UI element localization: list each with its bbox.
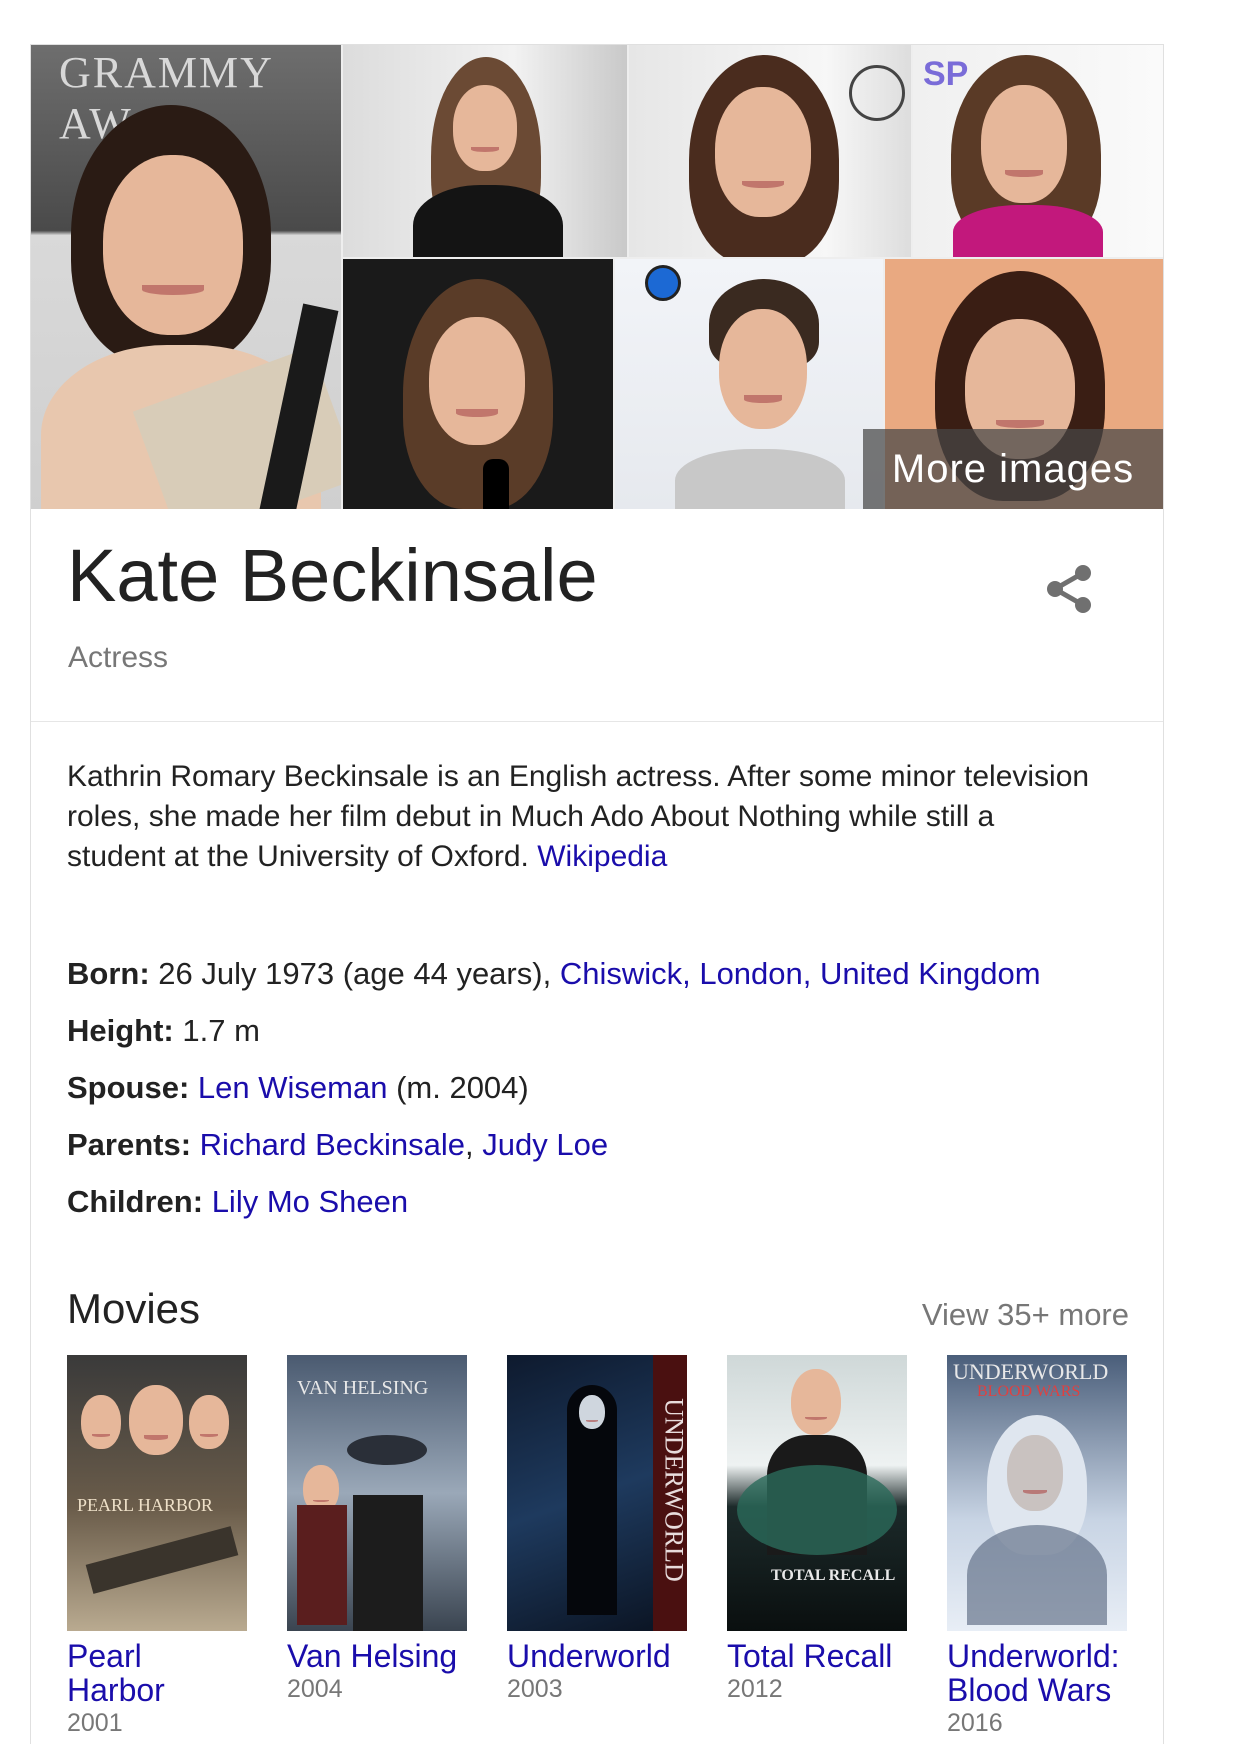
photo-5[interactable] bbox=[343, 259, 613, 509]
fact-label: Born: bbox=[67, 956, 150, 991]
entity-title: Kate Beckinsale bbox=[67, 534, 598, 617]
wikipedia-link[interactable]: Wikipedia bbox=[537, 840, 667, 873]
photo-4[interactable]: SP bbox=[913, 45, 1163, 257]
photo-2[interactable] bbox=[343, 45, 627, 257]
photo-3[interactable] bbox=[629, 45, 911, 257]
movie-title[interactable]: Underworld: Blood Wars bbox=[947, 1639, 1127, 1707]
more-images-button[interactable]: More images bbox=[863, 429, 1163, 509]
children-link[interactable]: Lily Mo Sheen bbox=[212, 1184, 408, 1219]
movie-title-line1[interactable]: Total Recall bbox=[727, 1639, 907, 1673]
birthplace-link[interactable]: Chiswick, London, United Kingdom bbox=[560, 956, 1041, 991]
movie-poster[interactable]: UNDERWORLD BLOOD WARS bbox=[947, 1355, 1127, 1631]
movie-title-line1[interactable]: Van Helsing bbox=[287, 1639, 467, 1673]
divider bbox=[31, 721, 1163, 722]
movie-title-line2[interactable]: Harbor bbox=[67, 1673, 247, 1707]
poster-title: UNDERWORLD bbox=[659, 1398, 687, 1582]
fact-label: Parents: bbox=[67, 1127, 192, 1162]
fact-label: Height: bbox=[67, 1013, 174, 1048]
share-icon[interactable] bbox=[1039, 559, 1099, 619]
fact-born: Born: 26 July 1973 (age 44 years), Chisw… bbox=[67, 945, 1041, 1002]
fact-children: Children: Lily Mo Sheen bbox=[67, 1173, 1041, 1230]
photo-6[interactable] bbox=[615, 259, 883, 509]
movie-title[interactable]: Pearl Harbor bbox=[67, 1639, 247, 1707]
fact-label: Children: bbox=[67, 1184, 204, 1219]
movie-poster[interactable]: TOTAL RECALL bbox=[727, 1355, 907, 1631]
knowledge-panel: GRAMMY AW SP More images Kate Beckinsale… bbox=[30, 44, 1164, 1744]
movies-heading: Movies bbox=[67, 1285, 201, 1332]
poster-title: VAN HELSING bbox=[297, 1377, 429, 1399]
fact-value: 1.7 m bbox=[182, 1013, 260, 1048]
movie-title-line1[interactable]: Underworld: bbox=[947, 1639, 1127, 1673]
movie-year: 2003 bbox=[507, 1675, 563, 1703]
movie-title[interactable]: Underworld bbox=[507, 1639, 687, 1673]
movie-card[interactable]: PEARL HARBOR Pearl Harbor 2001 bbox=[67, 1355, 247, 1738]
parent-link-2[interactable]: Judy Loe bbox=[482, 1127, 608, 1162]
movie-title[interactable]: Van Helsing bbox=[287, 1639, 467, 1673]
movie-card[interactable]: UNDERWORLD BLOOD WARS Underworld: Blood … bbox=[947, 1355, 1127, 1738]
parent-link-1[interactable]: Richard Beckinsale bbox=[200, 1127, 465, 1162]
movie-card[interactable]: UNDERWORLD Underworld 2003 bbox=[507, 1355, 687, 1704]
movie-poster[interactable]: UNDERWORLD bbox=[507, 1355, 687, 1631]
movie-title-line1[interactable]: Underworld bbox=[507, 1639, 687, 1673]
image-gallery[interactable]: GRAMMY AW SP More images bbox=[31, 45, 1163, 509]
movie-card[interactable]: VAN HELSING Van Helsing 2004 bbox=[287, 1355, 467, 1704]
poster-title: TOTAL RECALL bbox=[771, 1567, 896, 1584]
fact-value: (m. 2004) bbox=[396, 1070, 529, 1105]
movies-carousel: PEARL HARBOR Pearl Harbor 2001 VAN HELSI… bbox=[67, 1355, 1137, 1745]
view-more-movies-link[interactable]: View 35+ more bbox=[922, 1297, 1129, 1333]
movie-poster[interactable]: VAN HELSING bbox=[287, 1355, 467, 1631]
movie-title-line1[interactable]: Pearl bbox=[67, 1639, 247, 1673]
photo-main[interactable]: GRAMMY AW bbox=[31, 45, 341, 509]
entity-subtitle: Actress bbox=[68, 641, 169, 674]
movie-card[interactable]: TOTAL RECALL Total Recall 2012 bbox=[727, 1355, 907, 1704]
fact-height: Height: 1.7 m bbox=[67, 1002, 1041, 1059]
movie-year: 2012 bbox=[727, 1675, 783, 1703]
spouse-link[interactable]: Len Wiseman bbox=[198, 1070, 388, 1105]
poster-title: PEARL HARBOR bbox=[77, 1495, 213, 1515]
movie-title-line2[interactable]: Blood Wars bbox=[947, 1673, 1127, 1707]
poster-subtitle: BLOOD WARS bbox=[977, 1383, 1081, 1400]
fact-parents: Parents: Richard Beckinsale, Judy Loe bbox=[67, 1116, 1041, 1173]
separator: , bbox=[465, 1127, 474, 1162]
poster-title: UNDERWORLD bbox=[953, 1359, 1109, 1384]
movie-year: 2004 bbox=[287, 1675, 343, 1703]
facts-list: Born: 26 July 1973 (age 44 years), Chisw… bbox=[67, 945, 1041, 1230]
fact-label: Spouse: bbox=[67, 1070, 190, 1105]
fact-value: 26 July 1973 (age 44 years), bbox=[158, 956, 552, 991]
movie-poster[interactable]: PEARL HARBOR bbox=[67, 1355, 247, 1631]
description: Kathrin Romary Beckinsale is an English … bbox=[67, 757, 1097, 877]
fact-spouse: Spouse: Len Wiseman (m. 2004) bbox=[67, 1059, 1041, 1116]
movie-title[interactable]: Total Recall bbox=[727, 1639, 907, 1673]
